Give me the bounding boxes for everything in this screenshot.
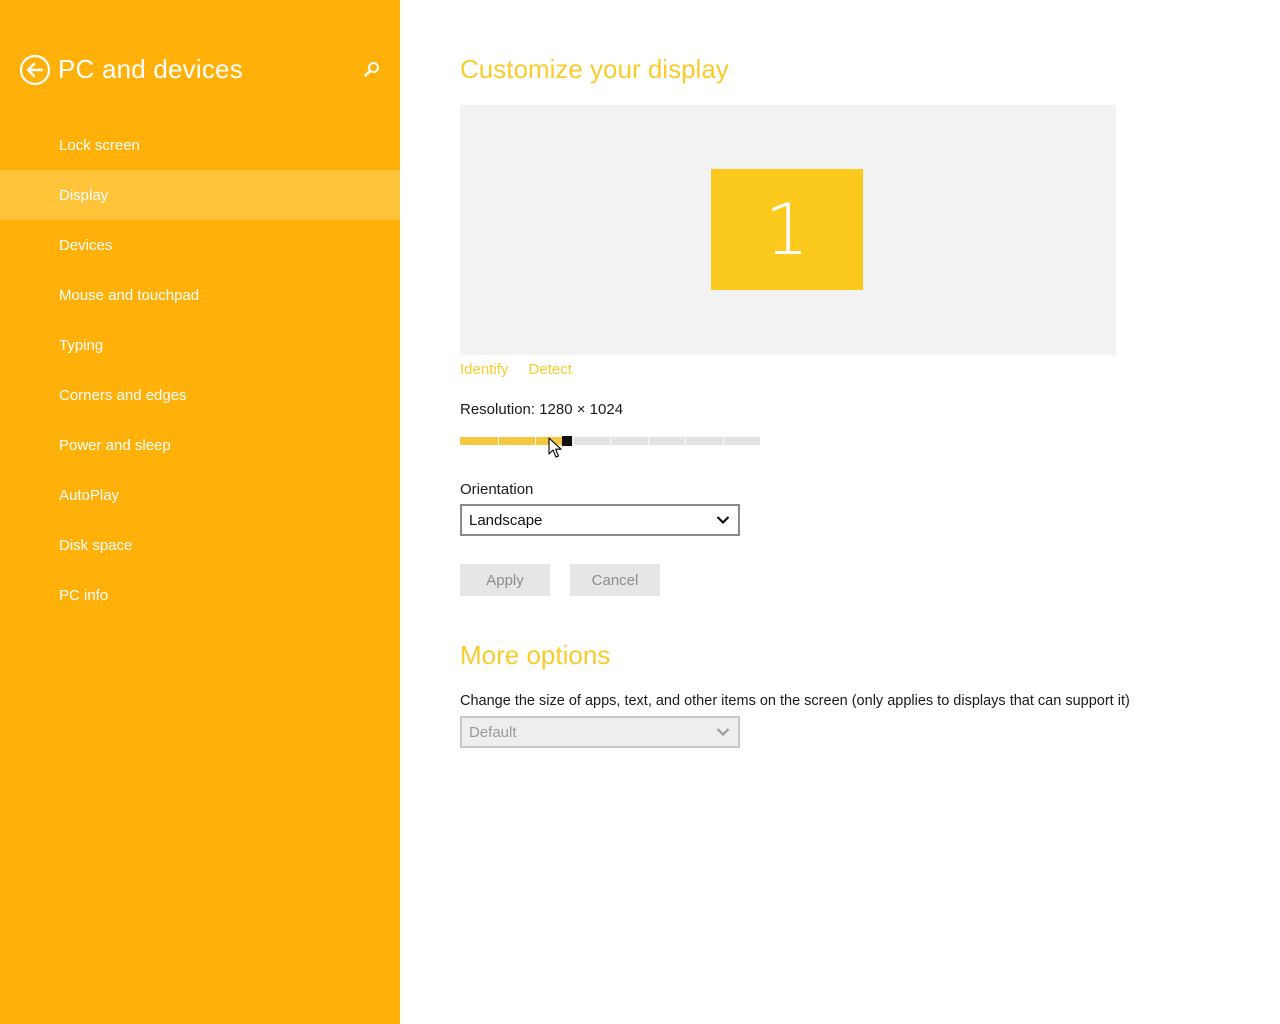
sidebar-item-label: Disk space [59, 536, 133, 554]
sidebar-item-lock-screen[interactable]: Lock screen [0, 120, 400, 170]
cancel-button[interactable]: Cancel [570, 564, 660, 596]
display-arrangement-area: 1 [460, 105, 1116, 355]
sidebar-item-label: AutoPlay [59, 486, 120, 504]
sidebar-item-label: Display [59, 186, 109, 204]
sidebar-item-mouse-and-touchpad[interactable]: Mouse and touchpad [0, 270, 400, 320]
sidebar-item-devices[interactable]: Devices [0, 220, 400, 270]
display-links: Identify Detect [460, 361, 588, 378]
sidebar-item-label: Devices [59, 236, 113, 254]
apply-button[interactable]: Apply [460, 564, 550, 596]
scale-dropdown[interactable]: Default [460, 716, 740, 748]
sidebar-title: PC and devices [58, 54, 243, 84]
sidebar-item-display[interactable]: Display [0, 170, 400, 220]
scale-value: Default [469, 724, 517, 741]
slider-tick [498, 437, 499, 445]
slider-fill [460, 437, 562, 445]
scale-description: Change the size of apps, text, and other… [460, 693, 1130, 709]
slider-tick [610, 437, 611, 445]
slider-tick [723, 437, 724, 445]
sidebar-header: PC and devices [0, 48, 400, 92]
search-icon [364, 62, 379, 77]
sidebar: PC and devices Lock screen Display Devic… [0, 0, 400, 1024]
chevron-down-icon [716, 516, 730, 525]
back-arrow-icon [19, 54, 51, 86]
resolution-slider[interactable] [460, 436, 760, 446]
slider-tick [685, 437, 686, 445]
orientation-label: Orientation [460, 481, 534, 498]
sidebar-item-power-and-sleep[interactable]: Power and sleep [0, 420, 400, 470]
sidebar-item-label: Mouse and touchpad [59, 286, 200, 304]
sidebar-item-corners-and-edges[interactable]: Corners and edges [0, 370, 400, 420]
sidebar-item-label: Corners and edges [59, 386, 187, 404]
monitor-number: 1 [764, 188, 810, 271]
sidebar-item-label: Typing [59, 336, 104, 354]
sidebar-item-typing[interactable]: Typing [0, 320, 400, 370]
slider-tick [535, 437, 536, 445]
search-button[interactable] [362, 60, 382, 80]
orientation-value: Landscape [469, 512, 543, 529]
slider-thumb[interactable] [562, 436, 572, 446]
monitor-tile[interactable]: 1 [711, 169, 863, 290]
back-button[interactable] [19, 54, 51, 86]
sidebar-item-pc-info[interactable]: PC info [0, 570, 400, 620]
detect-link[interactable]: Detect [529, 361, 572, 378]
more-options-title: More options [460, 640, 611, 670]
slider-tick [573, 437, 574, 445]
sidebar-item-label: PC info [59, 586, 109, 604]
identify-link[interactable]: Identify [460, 361, 508, 378]
chevron-down-icon [716, 728, 730, 737]
sidebar-item-label: Lock screen [59, 136, 140, 154]
page-title: Customize your display [460, 54, 729, 84]
slider-tick [648, 437, 649, 445]
sidebar-item-label: Power and sleep [59, 436, 171, 454]
orientation-dropdown[interactable]: Landscape [460, 504, 740, 536]
resolution-label: Resolution: 1280 × 1024 [460, 401, 624, 418]
sidebar-nav: Lock screen Display Devices Mouse and to… [0, 120, 400, 620]
sidebar-item-disk-space[interactable]: Disk space [0, 520, 400, 570]
sidebar-item-autoplay[interactable]: AutoPlay [0, 470, 400, 520]
